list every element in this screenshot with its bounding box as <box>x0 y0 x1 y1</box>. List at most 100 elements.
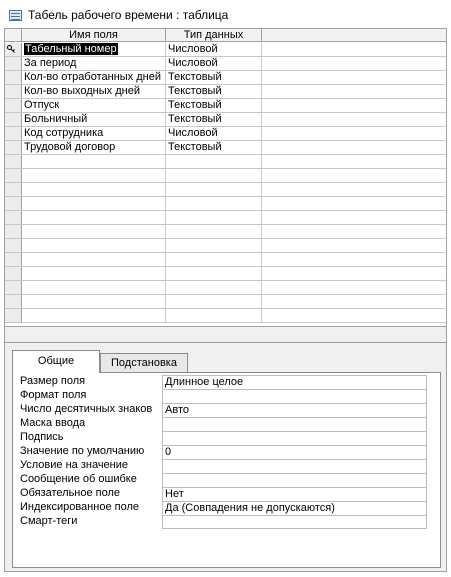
description-cell[interactable] <box>262 141 446 154</box>
grid-header: Имя поля Тип данных <box>5 29 446 42</box>
empty-row[interactable] <box>5 183 446 197</box>
table-row[interactable]: За период Числовой <box>5 57 446 71</box>
property-value-field[interactable] <box>162 459 427 473</box>
data-type-cell[interactable]: Числовой <box>166 127 262 140</box>
description-cell[interactable] <box>262 43 446 56</box>
empty-row[interactable] <box>5 267 446 281</box>
property-value-field[interactable] <box>162 473 427 487</box>
property-label: Маска ввода <box>20 417 86 429</box>
field-name-cell[interactable]: Кол-во отработанных дней <box>22 71 166 84</box>
property-row: Размер поля Длинное целое <box>19 375 432 389</box>
row-selector[interactable] <box>5 127 22 140</box>
title-bar: Табель рабочего времени : таблица <box>0 0 451 28</box>
field-name-text: Табельный номер <box>24 43 118 55</box>
property-value-field[interactable] <box>162 389 427 403</box>
property-label: Смарт-теги <box>20 515 78 527</box>
field-grid: Имя поля Тип данных Табельный номер Числ… <box>4 28 447 327</box>
property-value-field[interactable] <box>162 417 427 431</box>
data-type-cell[interactable]: Текстовый <box>166 141 262 154</box>
property-value-field[interactable] <box>162 431 427 445</box>
field-name-cell[interactable]: Кол-во выходных дней <box>22 85 166 98</box>
property-label: Подпись <box>20 431 64 443</box>
row-selector[interactable] <box>5 113 22 126</box>
property-row: Индексированное поле Да (Совпадения не д… <box>19 501 432 515</box>
property-row: Маска ввода <box>19 417 432 431</box>
table-row[interactable]: Больничный Текстовый <box>5 113 446 127</box>
row-selector-header <box>5 29 22 42</box>
empty-row[interactable] <box>5 197 446 211</box>
data-type-cell[interactable]: Числовой <box>166 57 262 70</box>
property-row: Обязательное поле Нет <box>19 487 432 501</box>
property-value-field[interactable]: 0 <box>162 445 427 459</box>
table-row[interactable]: Кол-во отработанных дней Текстовый <box>5 71 446 85</box>
empty-row[interactable] <box>5 281 446 295</box>
row-selector[interactable] <box>5 43 22 56</box>
property-row: Подпись <box>19 431 432 445</box>
data-type-cell[interactable]: Текстовый <box>166 85 262 98</box>
field-name-cell[interactable]: Код сотрудника <box>22 127 166 140</box>
row-selector[interactable] <box>5 85 22 98</box>
property-row: Число десятичных знаков Авто <box>19 403 432 417</box>
property-label: Значение по умолчанию <box>20 445 145 457</box>
row-selector[interactable] <box>5 71 22 84</box>
description-cell[interactable] <box>262 85 446 98</box>
property-label: Число десятичных знаков <box>20 403 153 415</box>
field-name-cell[interactable]: За период <box>22 57 166 70</box>
primary-key-icon <box>7 45 15 53</box>
table-row[interactable]: Табельный номер Числовой <box>5 43 446 57</box>
data-type-header: Тип данных <box>166 29 262 42</box>
empty-row[interactable] <box>5 211 446 225</box>
table-row[interactable]: Трудовой договор Текстовый <box>5 141 446 155</box>
tab-lookup[interactable]: Подстановка <box>100 353 188 372</box>
empty-row[interactable] <box>5 309 446 323</box>
property-row: Формат поля <box>19 389 432 403</box>
property-value-field[interactable]: Длинное целое <box>162 375 427 389</box>
property-label: Условие на значение <box>20 459 129 471</box>
table-icon <box>9 10 22 21</box>
empty-row[interactable] <box>5 155 446 169</box>
grid-horizontal-scrollbar[interactable] <box>4 327 447 342</box>
empty-row[interactable] <box>5 225 446 239</box>
property-row: Смарт-теги <box>19 515 432 529</box>
table-row[interactable]: Код сотрудника Числовой <box>5 127 446 141</box>
property-value-field[interactable]: Нет <box>162 487 427 501</box>
field-name-cell[interactable]: Больничный <box>22 113 166 126</box>
tab-general[interactable]: Общие <box>12 350 100 373</box>
description-cell[interactable] <box>262 113 446 126</box>
field-name-cell[interactable]: Табельный номер <box>22 43 166 56</box>
table-design-window: Табель рабочего времени : таблица Имя по… <box>0 0 451 577</box>
property-label: Формат поля <box>20 389 87 401</box>
property-label: Индексированное поле <box>20 501 139 513</box>
table-row[interactable]: Кол-во выходных дней Текстовый <box>5 85 446 99</box>
field-properties-pane: Общие Подстановка Размер поля Длинное це… <box>4 342 447 572</box>
data-type-cell[interactable]: Текстовый <box>166 113 262 126</box>
description-header <box>262 29 446 42</box>
table-row[interactable]: Отпуск Текстовый <box>5 99 446 113</box>
empty-row[interactable] <box>5 169 446 183</box>
property-value-field[interactable] <box>162 515 427 529</box>
row-selector[interactable] <box>5 141 22 154</box>
description-cell[interactable] <box>262 57 446 70</box>
property-value-field[interactable]: Авто <box>162 403 427 417</box>
property-row: Условие на значение <box>19 459 432 473</box>
property-label: Размер поля <box>20 375 86 387</box>
empty-row[interactable] <box>5 239 446 253</box>
property-label: Обязательное поле <box>20 487 121 499</box>
data-type-cell[interactable]: Текстовый <box>166 99 262 112</box>
property-row: Сообщение об ошибке <box>19 473 432 487</box>
empty-row[interactable] <box>5 295 446 309</box>
description-cell[interactable] <box>262 99 446 112</box>
description-cell[interactable] <box>262 71 446 84</box>
field-rows: Табельный номер Числовой За период Число… <box>5 43 446 323</box>
row-selector[interactable] <box>5 99 22 112</box>
property-value-field[interactable]: Да (Совпадения не допускаются) <box>162 501 427 515</box>
general-properties-panel: Размер поля Длинное целое Формат поля Чи… <box>12 372 441 568</box>
description-cell[interactable] <box>262 127 446 140</box>
data-type-cell[interactable]: Текстовый <box>166 71 262 84</box>
field-name-cell[interactable]: Трудовой договор <box>22 141 166 154</box>
field-name-cell[interactable]: Отпуск <box>22 99 166 112</box>
empty-row[interactable] <box>5 253 446 267</box>
data-type-cell[interactable]: Числовой <box>166 43 262 56</box>
field-name-header: Имя поля <box>22 29 166 42</box>
row-selector[interactable] <box>5 57 22 70</box>
